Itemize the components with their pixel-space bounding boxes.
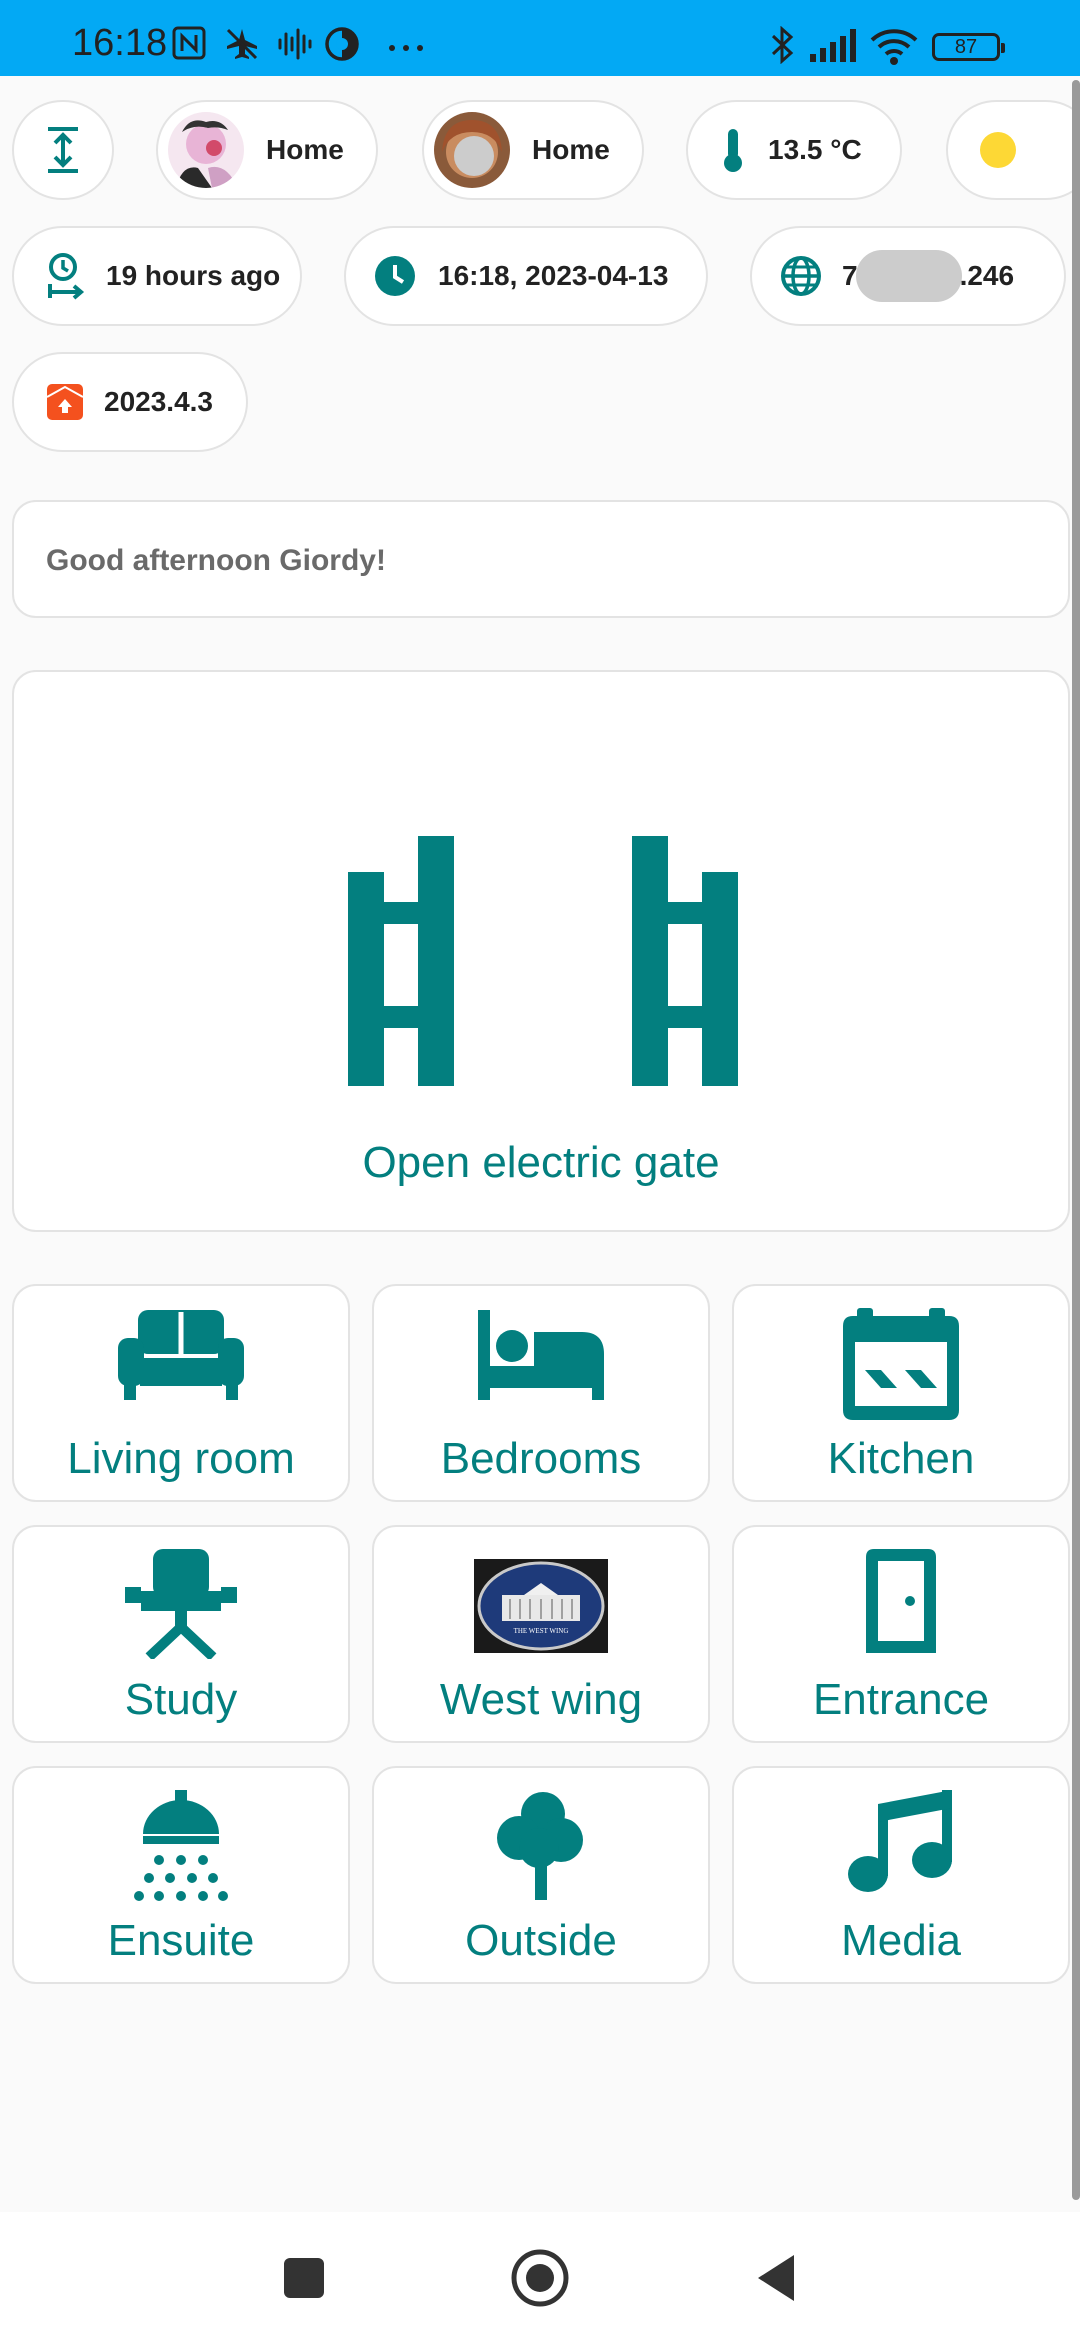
gate-icon	[348, 836, 738, 1086]
open-gate-button[interactable]: Open electric gate	[12, 670, 1070, 1232]
greeting-card: Good afternoon Giordy!	[12, 500, 1070, 618]
room-tile-west-wing[interactable]: THE WEST WING West wing	[372, 1525, 710, 1743]
person-chip-2[interactable]: Home	[422, 100, 644, 200]
room-label: Outside	[465, 1916, 617, 1965]
status-time: 16:18	[72, 22, 168, 64]
home-assistant-icon	[46, 384, 84, 420]
signal-icon	[810, 29, 856, 62]
avatar	[434, 112, 510, 188]
square-icon	[284, 2258, 324, 2298]
temperature-chip[interactable]: 13.5 °C	[686, 100, 902, 200]
tree-icon	[497, 1792, 583, 1900]
ip-redacted	[855, 250, 962, 302]
room-label: Entrance	[812, 1675, 990, 1724]
ip-suffix: .246	[959, 260, 1015, 291]
ip-chip[interactable]: 7 .246	[750, 226, 1066, 326]
room-label: West wing	[439, 1675, 643, 1724]
room-label: Kitchen	[827, 1434, 975, 1483]
west-wing-logo-text: THE WEST WING	[514, 1627, 569, 1635]
home-circle-icon	[511, 2249, 569, 2307]
room-tile-media[interactable]: Media	[732, 1766, 1070, 1984]
recents-button[interactable]	[264, 2238, 344, 2318]
last-changed-value: 19 hours ago	[106, 260, 281, 291]
version-chip[interactable]: 2023.4.3	[12, 352, 248, 452]
room-tile-study[interactable]: Study	[12, 1525, 350, 1743]
room-tile-bedrooms[interactable]: Bedrooms	[372, 1284, 710, 1502]
wifi-icon	[870, 29, 918, 65]
desk-chair-icon	[125, 1549, 237, 1659]
last-changed-chip[interactable]: 19 hours ago	[12, 226, 302, 326]
navigation-bar	[0, 2212, 1080, 2340]
sun-icon	[980, 132, 1016, 168]
datetime-value: 16:18, 2023-04-13	[438, 260, 669, 291]
weather-chip[interactable]	[946, 100, 1080, 200]
airplane-off-icon	[226, 28, 258, 60]
status-bar: 16:18 87	[0, 0, 1080, 76]
room-tile-ensuite[interactable]: Ensuite	[12, 1766, 350, 1984]
clock-icon	[375, 256, 415, 296]
west-wing-logo: THE WEST WING	[474, 1559, 608, 1653]
nfc-icon	[172, 26, 206, 60]
bed-icon	[478, 1310, 604, 1400]
vpn-icon	[325, 27, 359, 61]
gate-label: Open electric gate	[362, 1138, 720, 1187]
room-label: Bedrooms	[440, 1434, 642, 1483]
room-label: Ensuite	[107, 1916, 255, 1965]
person-2-state: Home	[532, 134, 610, 165]
avatar	[168, 112, 244, 188]
room-tile-kitchen[interactable]: Kitchen	[732, 1284, 1070, 1502]
datetime-chip[interactable]: 16:18, 2023-04-13	[344, 226, 708, 326]
room-label: Media	[841, 1916, 961, 1965]
home-button[interactable]	[500, 2238, 580, 2318]
room-tile-outside[interactable]: Outside	[372, 1766, 710, 1984]
version-value: 2023.4.3	[104, 386, 213, 417]
person-chip-1[interactable]: Home	[156, 100, 378, 200]
room-label: Study	[124, 1675, 238, 1724]
clock-arrow-icon	[48, 253, 85, 300]
back-button[interactable]	[736, 2238, 816, 2318]
shower-icon	[134, 1790, 228, 1901]
sound-wave-icon	[278, 28, 312, 60]
music-icon	[848, 1790, 952, 1892]
room-label: Living room	[67, 1434, 295, 1483]
door-icon	[866, 1549, 936, 1653]
bluetooth-icon	[771, 26, 794, 64]
room-tile-living-room[interactable]: Living room	[12, 1284, 350, 1502]
battery-icon: 87	[932, 33, 1005, 61]
sofa-icon	[118, 1310, 244, 1400]
expand-chip[interactable]	[12, 100, 114, 200]
room-tile-entrance[interactable]: Entrance	[732, 1525, 1070, 1743]
expand-vertical-icon	[48, 127, 78, 173]
temperature-value: 13.5 °C	[768, 134, 862, 165]
back-triangle-icon	[758, 2255, 794, 2301]
stove-icon	[843, 1308, 959, 1420]
globe-icon	[781, 256, 821, 296]
greeting-text: Good afternoon Giordy!	[46, 544, 386, 577]
thermometer-icon	[724, 129, 742, 172]
person-1-state: Home	[266, 134, 344, 165]
scrollbar[interactable]	[1072, 80, 1080, 2200]
more-icon	[389, 45, 423, 51]
